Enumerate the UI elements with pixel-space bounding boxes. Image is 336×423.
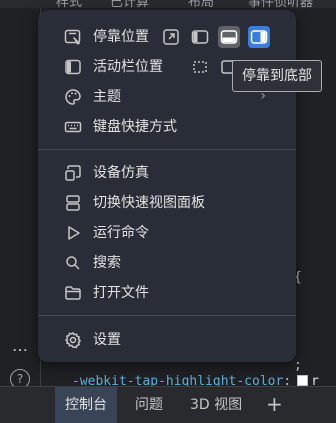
device-emulation-row[interactable]: 设备仿真 <box>38 158 296 188</box>
dock-settings-icon <box>64 28 82 46</box>
theme-label: 主题 <box>93 89 121 105</box>
dock-left-button[interactable] <box>189 26 211 48</box>
dock-bottom-button[interactable] <box>218 26 240 48</box>
search-label: 搜索 <box>93 255 121 271</box>
drawer-tab-bar: 控制台 问题 3D 视图 + <box>0 386 336 423</box>
help-icon: ? <box>16 372 24 386</box>
open-file-label: 打开文件 <box>93 285 149 301</box>
keyboard-shortcuts-row[interactable]: 键盘快捷方式 <box>38 112 296 142</box>
activity-bar-icon <box>64 58 82 76</box>
quick-view-label: 切换快速视图面板 <box>93 195 205 211</box>
play-icon <box>64 224 82 242</box>
menu-divider <box>38 149 296 150</box>
folder-icon <box>64 284 82 302</box>
undock-icon <box>163 29 179 45</box>
gear-icon <box>64 331 82 349</box>
tab-console[interactable]: 控制台 <box>55 387 117 423</box>
run-command-row[interactable]: 运行命令 <box>38 218 296 248</box>
settings-label: 设置 <box>93 332 121 348</box>
palette-icon <box>64 88 82 106</box>
dock-bottom-tooltip: 停靠到底部 <box>232 60 322 92</box>
activity-bar-position-label: 活动栏位置 <box>93 59 163 75</box>
keyboard-shortcuts-label: 键盘快捷方式 <box>93 119 177 135</box>
dock-left-icon <box>191 30 209 44</box>
top-tab-strip: 样式 已计算 布局 事件侦听器 <box>0 0 336 10</box>
search-row[interactable]: 搜索 <box>38 248 296 278</box>
undock-button[interactable] <box>160 26 182 48</box>
split-panel-icon <box>64 194 82 212</box>
code-semicolon: ; <box>294 358 302 373</box>
quick-view-row[interactable]: 切换快速视图面板 <box>38 188 296 218</box>
dock-right-icon <box>250 30 268 44</box>
open-file-row[interactable]: 打开文件 <box>38 278 296 308</box>
search-icon <box>64 254 82 272</box>
tab-3d-view[interactable]: 3D 视图 <box>190 387 242 423</box>
activity-bar-top-button[interactable] <box>189 56 211 78</box>
color-swatch[interactable] <box>297 375 309 386</box>
left-panel: … ? <box>0 8 41 389</box>
dock-right-button[interactable] <box>248 26 270 48</box>
keyboard-icon <box>64 118 82 136</box>
menu-divider <box>38 315 296 316</box>
dock-position-label: 停靠位置 <box>93 29 149 45</box>
dock-position-row: 停靠位置 <box>38 22 296 52</box>
device-emulation-label: 设备仿真 <box>93 165 149 181</box>
run-command-label: 运行命令 <box>93 225 149 241</box>
more-options-button[interactable]: … <box>12 336 28 355</box>
settings-row[interactable]: 设置 <box>38 325 296 355</box>
add-tab-button[interactable]: + <box>266 386 283 422</box>
devices-icon <box>64 164 82 182</box>
dock-bottom-icon <box>220 30 238 44</box>
activity-bar-top-icon <box>193 61 207 73</box>
tab-issues[interactable]: 问题 <box>135 387 163 423</box>
